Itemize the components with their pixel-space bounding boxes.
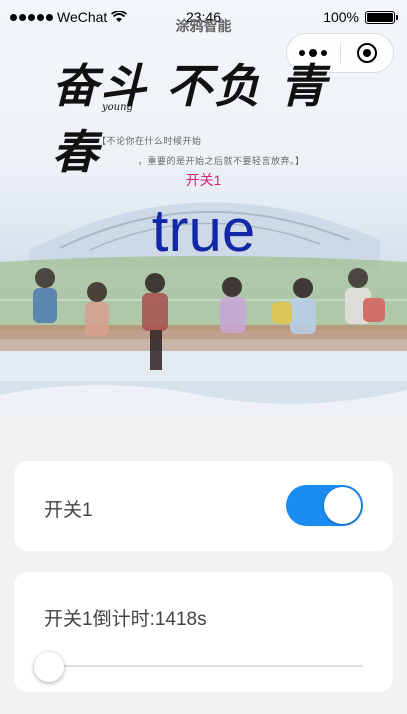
banner-quote-line2: ，重要的是开始之后就不要轻言放弃。】 xyxy=(138,156,305,166)
countdown-card: 开关1倒计时:1418s xyxy=(14,572,393,692)
switch-state-text: true xyxy=(151,197,256,264)
switch-card: 开关1 xyxy=(14,461,393,551)
calligraphy-subtext: young xyxy=(102,102,133,113)
switch-card-label: 开关1 xyxy=(44,500,93,521)
banner-calligraphy: 奋斗 不负 青春 young xyxy=(52,50,372,179)
banner-quote-line1: 【不论你在什么时候开始 xyxy=(97,136,202,146)
countdown-label: 开关1倒计时:1418s xyxy=(44,609,207,630)
switch-name-label: 开关1 xyxy=(185,172,222,188)
countdown-slider-track[interactable] xyxy=(48,665,363,667)
countdown-slider-thumb[interactable] xyxy=(34,652,64,682)
switch-toggle[interactable] xyxy=(286,485,363,526)
header-banner: WeChat 23:46 100% 涂鸦智能 奋斗 不负 青春 young 【不… xyxy=(0,0,407,418)
switch-toggle-knob xyxy=(324,487,361,524)
